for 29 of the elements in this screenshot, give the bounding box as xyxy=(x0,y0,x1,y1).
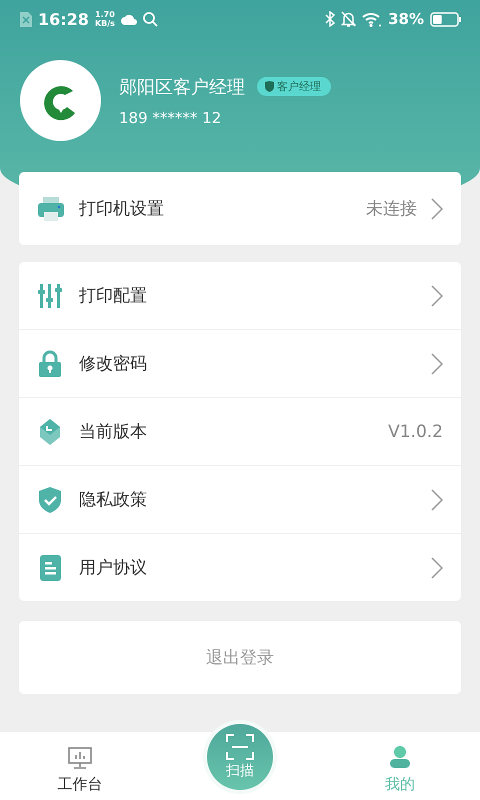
settings-item[interactable]: 打印配置 xyxy=(19,262,461,329)
clock-time: 16:28 xyxy=(38,10,89,28)
document-icon xyxy=(40,554,61,580)
settings-item[interactable]: 隐私政策 xyxy=(19,465,461,533)
sim-icon xyxy=(20,12,32,26)
diamond-icon xyxy=(40,418,60,444)
bluetooth-icon xyxy=(325,11,336,27)
user-name: 郧阳区客户经理 xyxy=(119,76,245,98)
settings-item[interactable]: 修改密码 xyxy=(19,329,461,397)
sliders-icon xyxy=(38,284,62,308)
settings-item[interactable]: 当前版本 V1.0.2 xyxy=(19,397,461,465)
battery-icon xyxy=(430,12,462,26)
bell-off-icon xyxy=(341,11,356,27)
scan-icon xyxy=(226,734,254,760)
shield-check-icon xyxy=(39,486,61,512)
nav-tab[interactable]: 工作台 xyxy=(0,732,160,800)
battery-percentage: 38% xyxy=(388,10,424,28)
search-icon xyxy=(142,12,158,26)
role-badge: 客户经理 xyxy=(257,77,331,96)
cloud-icon xyxy=(120,14,137,24)
person-icon xyxy=(388,745,412,769)
printer-icon xyxy=(37,194,65,222)
settings-item[interactable]: 用户协议 xyxy=(19,533,461,601)
lock-icon xyxy=(39,350,61,376)
network-speed: 1.70 KB/s xyxy=(94,10,115,28)
wifi-icon xyxy=(362,12,382,26)
phone-number: 189 ****** 12 xyxy=(119,108,222,126)
printer-settings-item[interactable]: 打印机设置 未连接 xyxy=(19,172,461,245)
monitor-icon xyxy=(68,747,92,769)
